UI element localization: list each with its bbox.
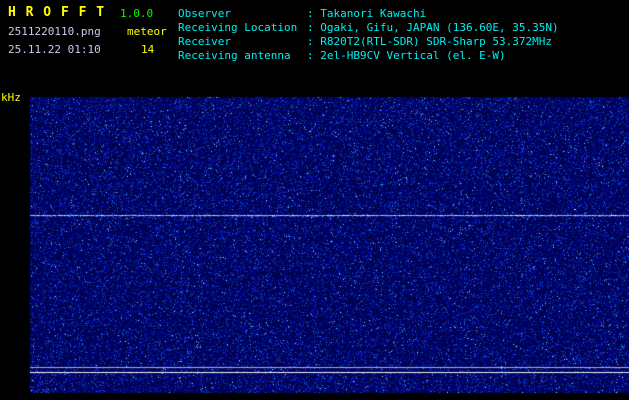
app-header: H R O F F T 1.0.0 2511220110.png meteor … bbox=[8, 5, 167, 61]
info-label: Receiving Location bbox=[178, 21, 298, 34]
file-row: 2511220110.png meteor bbox=[8, 25, 167, 38]
info-value: : 2el-HB9CV Vertical (el. E-W) bbox=[307, 49, 506, 62]
station-info-row: Receiving Location : Ogaki, Gifu, JAPAN (… bbox=[178, 21, 559, 35]
app-version: 1.0.0 bbox=[120, 7, 154, 20]
timestamp: 25.11.22 01:10 bbox=[8, 43, 101, 56]
mode-label: meteor bbox=[127, 25, 167, 38]
info-value: : Takanori Kawachi bbox=[307, 7, 427, 20]
time-row: 25.11.22 01:10 14 bbox=[8, 43, 167, 56]
hrofft-output-window: H R O F F T 1.0.0 2511220110.png meteor … bbox=[0, 0, 629, 400]
app-title: H R O F F T bbox=[8, 5, 106, 20]
freq-unit-label: kHz bbox=[1, 91, 21, 104]
info-value: : Ogaki, Gifu, JAPAN (136.60E, 35.35N) bbox=[307, 21, 559, 34]
station-info: Observer : Takanori Kawachi Receiving Loc… bbox=[178, 7, 559, 63]
meteor-count: 14 bbox=[141, 43, 155, 56]
station-info-row: Receiving antenna : 2el-HB9CV Vertical (e… bbox=[178, 49, 559, 63]
info-label: Receiver bbox=[178, 35, 231, 48]
station-info-row: Receiver : R820T2(RTL-SDR) SDR-Sharp 53.3… bbox=[178, 35, 559, 49]
title-row: H R O F F T 1.0.0 bbox=[8, 5, 167, 20]
info-label: Receiving antenna bbox=[178, 49, 291, 62]
info-value: : R820T2(RTL-SDR) SDR-Sharp 53.372MHz bbox=[307, 35, 553, 48]
station-info-row: Observer : Takanori Kawachi bbox=[178, 7, 559, 21]
output-filename: 2511220110.png bbox=[8, 25, 101, 38]
info-label: Observer bbox=[178, 7, 231, 20]
